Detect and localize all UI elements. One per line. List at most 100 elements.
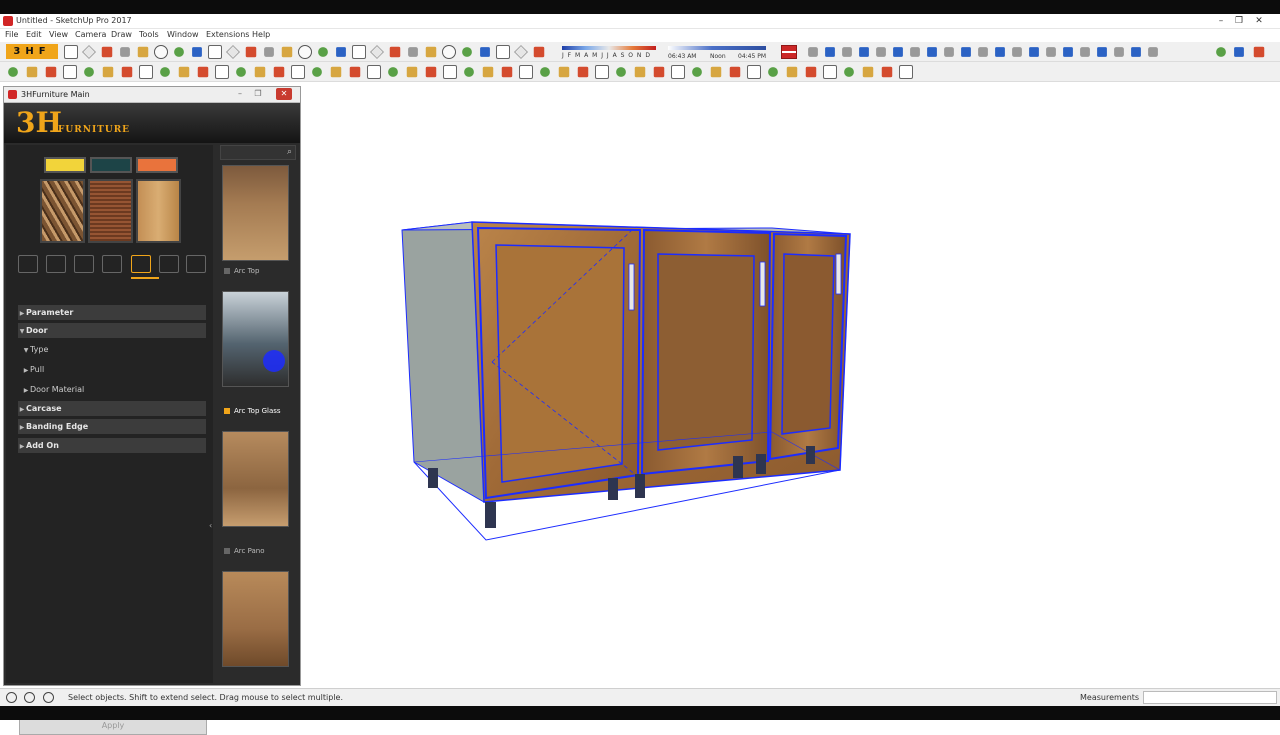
toolbar-tool-icon[interactable] — [254, 66, 266, 78]
toolbar-tool-icon[interactable] — [1012, 47, 1022, 57]
color-swatch-teal[interactable] — [90, 157, 132, 173]
section-add-on[interactable]: ▶ Add On — [18, 438, 206, 453]
menu-file[interactable]: File — [5, 30, 18, 39]
toolbar-tool-icon[interactable] — [1216, 47, 1226, 57]
search-icon[interactable]: ⌕ — [287, 147, 292, 157]
measurements-input[interactable] — [1143, 691, 1277, 704]
toolbar-tool-icon[interactable] — [1131, 47, 1141, 57]
toolbar-tool-icon[interactable] — [160, 67, 170, 77]
toolbar-tool-icon[interactable] — [8, 67, 18, 77]
3hf-logo-button[interactable]: 3HF — [6, 44, 58, 59]
toolbar-tool-icon[interactable] — [786, 66, 798, 78]
toolbar-tool-icon[interactable] — [729, 66, 741, 78]
tab-box-icon[interactable] — [46, 255, 66, 273]
cabinet-model[interactable] — [302, 82, 1280, 687]
toolbar-tool-icon[interactable] — [291, 65, 305, 79]
menu-help[interactable]: Help — [252, 30, 270, 39]
toolbar-tool-icon[interactable] — [298, 45, 312, 59]
toolbar-tool-icon[interactable] — [178, 66, 190, 78]
toolbar-tool-icon[interactable] — [944, 47, 954, 57]
toolbar-tool-icon[interactable] — [501, 66, 513, 78]
toolbar-tool-icon[interactable] — [533, 46, 545, 58]
toolbar-tool-icon[interactable] — [273, 66, 285, 78]
toolbar-tool-icon[interactable] — [281, 46, 293, 58]
toolbar-tool-icon[interactable] — [653, 66, 665, 78]
toolbar-tool-icon[interactable] — [102, 66, 114, 78]
thumbnail-arc-pano[interactable] — [222, 431, 289, 527]
minimize-button[interactable]: – — [1212, 14, 1230, 29]
toolbar-tool-icon[interactable] — [26, 66, 38, 78]
section-door[interactable]: ▼ Door — [18, 323, 206, 338]
toolbar-tool-icon[interactable] — [63, 65, 77, 79]
toolbar-tool-icon[interactable] — [408, 47, 418, 57]
toolbar-tool-icon[interactable] — [312, 67, 322, 77]
panel-minimize-button[interactable]: – — [232, 88, 248, 100]
toolbar-tool-icon[interactable] — [842, 47, 852, 57]
shadow-time-slider[interactable]: 06:43 AM Noon 04:45 PM — [668, 43, 768, 61]
toolbar-tool-icon[interactable] — [910, 47, 920, 57]
tab-edit-icon[interactable] — [159, 255, 179, 273]
toolbar-tool-icon[interactable] — [120, 47, 130, 57]
panel-maximize-button[interactable]: ❐ — [250, 88, 266, 100]
toolbar-tool-icon[interactable] — [1029, 47, 1039, 57]
geo-location-icon[interactable] — [24, 692, 35, 703]
toolbar-tool-icon[interactable] — [425, 66, 437, 78]
tab-cabinet-icon[interactable] — [18, 255, 38, 273]
toolbar-tool-icon[interactable] — [862, 66, 874, 78]
panel-close-button[interactable]: ✕ — [276, 88, 292, 100]
toolbar-tool-icon[interactable] — [370, 45, 384, 59]
restore-button[interactable]: ❐ — [1230, 14, 1248, 29]
toolbar-tool-icon[interactable] — [1253, 46, 1265, 58]
toolbar-tool-icon[interactable] — [174, 47, 184, 57]
red-grid-tool-icon[interactable] — [781, 45, 797, 59]
toolbar-tool-icon[interactable] — [330, 66, 342, 78]
toolbar-tool-icon[interactable] — [482, 66, 494, 78]
toolbar-tool-icon[interactable] — [1080, 47, 1090, 57]
tab-home-icon[interactable] — [131, 255, 151, 273]
menu-window[interactable]: Window — [167, 30, 199, 39]
toolbar-tool-icon[interactable] — [808, 47, 818, 57]
toolbar-tool-icon[interactable] — [226, 45, 240, 59]
toolbar-tool-icon[interactable] — [692, 67, 702, 77]
toolbar-tool-icon[interactable] — [805, 66, 817, 78]
credits-icon[interactable] — [43, 692, 54, 703]
section-carcase[interactable]: ▶ Carcase — [18, 401, 206, 416]
menu-edit[interactable]: Edit — [26, 30, 42, 39]
toolbar-tool-icon[interactable] — [961, 47, 971, 57]
thumbnail-arc-top[interactable] — [222, 165, 289, 261]
toolbar-tool-icon[interactable] — [768, 67, 778, 77]
toolbar-tool-icon[interactable] — [367, 65, 381, 79]
toolbar-tool-icon[interactable] — [876, 47, 886, 57]
toolbar-tool-icon[interactable] — [558, 66, 570, 78]
toolbar-tool-icon[interactable] — [336, 47, 346, 57]
toolbar-tool-icon[interactable] — [1063, 47, 1073, 57]
info-icon[interactable] — [6, 692, 17, 703]
toolbar-tool-icon[interactable] — [264, 47, 274, 57]
tab-hierarchy-icon[interactable] — [102, 255, 122, 273]
toolbar-tool-icon[interactable] — [318, 47, 328, 57]
toolbar-tool-icon[interactable] — [844, 67, 854, 77]
toolbar-tool-icon[interactable] — [137, 46, 149, 58]
menu-view[interactable]: View — [49, 30, 68, 39]
toolbar-tool-icon[interactable] — [84, 67, 94, 77]
toolbar-tool-icon[interactable] — [893, 47, 903, 57]
section-banding-edge[interactable]: ▶ Banding Edge — [18, 419, 206, 434]
toolbar-tool-icon[interactable] — [823, 65, 837, 79]
toolbar-tool-icon[interactable] — [540, 67, 550, 77]
toolbar-tool-icon[interactable] — [154, 45, 168, 59]
toolbar-tool-icon[interactable] — [927, 47, 937, 57]
toolbar-tool-icon[interactable] — [899, 65, 913, 79]
menu-tools[interactable]: Tools — [139, 30, 159, 39]
toolbar-tool-icon[interactable] — [406, 66, 418, 78]
toolbar-tool-icon[interactable] — [634, 66, 646, 78]
tab-list-icon[interactable] — [186, 255, 206, 273]
toolbar-tool-icon[interactable] — [1097, 47, 1107, 57]
toolbar-tool-icon[interactable] — [425, 46, 437, 58]
modeling-viewport[interactable] — [302, 82, 1280, 687]
toolbar-tool-icon[interactable] — [1148, 47, 1158, 57]
toolbar-tool-icon[interactable] — [671, 65, 685, 79]
close-button[interactable]: ✕ — [1250, 14, 1268, 29]
toolbar-tool-icon[interactable] — [197, 66, 209, 78]
section-parameter[interactable]: ▶ Parameter — [18, 305, 206, 320]
color-swatch-orange[interactable] — [136, 157, 178, 173]
